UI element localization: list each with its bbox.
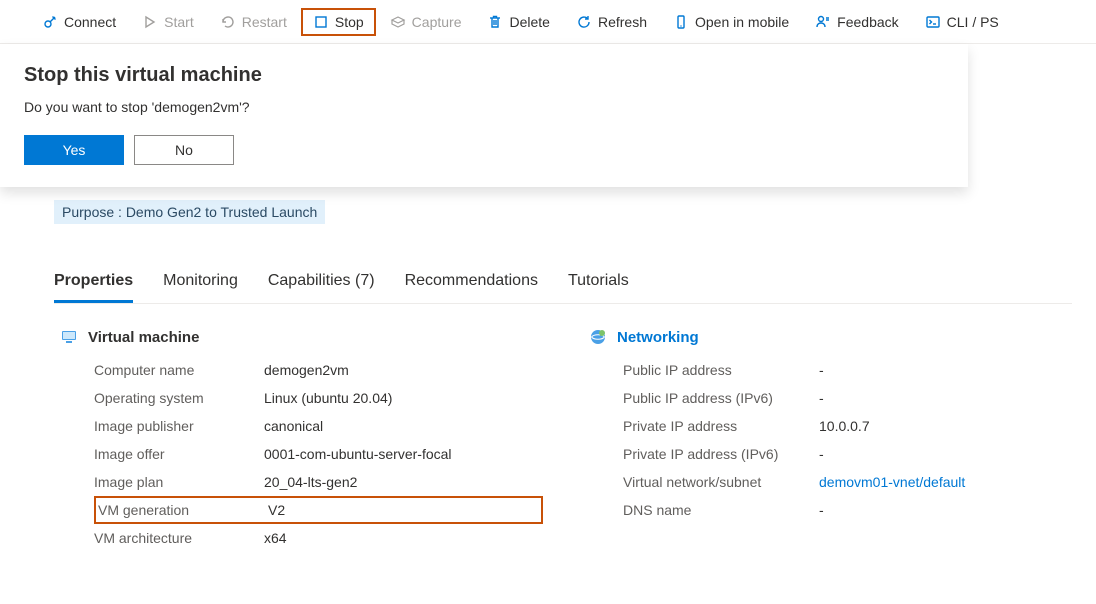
offer-value: 0001-com-ubuntu-server-focal	[264, 446, 452, 462]
row-publisher: Image publisher canonical	[94, 412, 543, 440]
arch-value: x64	[264, 530, 287, 546]
restart-label: Restart	[242, 14, 287, 30]
private-ip-value: 10.0.0.7	[819, 418, 870, 434]
start-label: Start	[164, 14, 194, 30]
refresh-label: Refresh	[598, 14, 647, 30]
arch-label: VM architecture	[94, 530, 264, 546]
row-offer: Image offer 0001-com-ubuntu-server-focal	[94, 440, 543, 468]
refresh-icon	[576, 14, 592, 30]
tab-properties[interactable]: Properties	[54, 264, 133, 303]
computer-name-value: demogen2vm	[264, 362, 349, 378]
row-plan: Image plan 20_04-lts-gen2	[94, 468, 543, 496]
feedback-icon	[815, 14, 831, 30]
dialog-title: Stop this virtual machine	[24, 64, 944, 87]
public-ip6-label: Public IP address (IPv6)	[623, 390, 819, 406]
vnet-label: Virtual network/subnet	[623, 474, 819, 490]
delete-icon	[487, 14, 503, 30]
restart-button: Restart	[208, 8, 299, 36]
computer-name-label: Computer name	[94, 362, 264, 378]
publisher-value: canonical	[264, 418, 323, 434]
os-value: Linux (ubuntu 20.04)	[264, 390, 392, 406]
offer-label: Image offer	[94, 446, 264, 462]
mobile-icon	[673, 14, 689, 30]
dialog-buttons: Yes No	[24, 135, 944, 165]
vnet-value[interactable]: demovm01-vnet/default	[819, 474, 965, 490]
public-ip-label: Public IP address	[623, 362, 819, 378]
vm-icon	[60, 328, 78, 346]
feedback-label: Feedback	[837, 14, 898, 30]
connect-label: Connect	[64, 14, 116, 30]
vm-heading: Virtual machine	[60, 328, 543, 346]
dns-label: DNS name	[623, 502, 819, 518]
dialog-message: Do you want to stop 'demogen2vm'?	[24, 99, 944, 115]
stop-icon	[313, 14, 329, 30]
no-button[interactable]: No	[134, 135, 234, 165]
vm-generation-value: V2	[268, 502, 285, 518]
cli-icon	[925, 14, 941, 30]
row-vm-generation: VM generation V2	[94, 496, 543, 524]
networking-column: Networking Public IP address - Public IP…	[583, 328, 1072, 552]
stop-label: Stop	[335, 14, 364, 30]
tag-chip[interactable]: Purpose : Demo Gen2 to Trusted Launch	[54, 200, 325, 224]
private-ip-label: Private IP address	[623, 418, 819, 434]
tab-strip: Properties Monitoring Capabilities (7) R…	[54, 264, 1072, 304]
restart-icon	[220, 14, 236, 30]
public-ip-value: -	[819, 362, 824, 378]
dns-value: -	[819, 502, 824, 518]
row-dns: DNS name -	[623, 496, 1072, 524]
properties-panel: Virtual machine Computer name demogen2vm…	[54, 328, 1072, 552]
plan-label: Image plan	[94, 474, 264, 490]
cli-label: CLI / PS	[947, 14, 999, 30]
stop-button[interactable]: Stop	[301, 8, 376, 36]
row-private-ip6: Private IP address (IPv6) -	[623, 440, 1072, 468]
delete-label: Delete	[509, 14, 549, 30]
connect-icon	[42, 14, 58, 30]
row-private-ip: Private IP address 10.0.0.7	[623, 412, 1072, 440]
private-ip6-value: -	[819, 446, 824, 462]
tab-capabilities[interactable]: Capabilities (7)	[268, 264, 375, 303]
tab-tutorials[interactable]: Tutorials	[568, 264, 629, 303]
row-computer-name: Computer name demogen2vm	[94, 356, 543, 384]
networking-heading[interactable]: Networking	[589, 328, 1072, 346]
private-ip6-label: Private IP address (IPv6)	[623, 446, 819, 462]
vm-column: Virtual machine Computer name demogen2vm…	[54, 328, 543, 552]
tab-monitoring[interactable]: Monitoring	[163, 264, 238, 303]
row-public-ip: Public IP address -	[623, 356, 1072, 384]
capture-button: Capture	[378, 8, 474, 36]
open-mobile-label: Open in mobile	[695, 14, 789, 30]
feedback-button[interactable]: Feedback	[803, 8, 910, 36]
cli-button[interactable]: CLI / PS	[913, 8, 1011, 36]
start-button: Start	[130, 8, 206, 36]
command-bar: Connect Start Restart Stop Capture Delet…	[0, 0, 1096, 44]
plan-value: 20_04-lts-gen2	[264, 474, 357, 490]
os-label: Operating system	[94, 390, 264, 406]
publisher-label: Image publisher	[94, 418, 264, 434]
row-os: Operating system Linux (ubuntu 20.04)	[94, 384, 543, 412]
delete-button[interactable]: Delete	[475, 8, 561, 36]
capture-label: Capture	[412, 14, 462, 30]
row-arch: VM architecture x64	[94, 524, 543, 552]
start-icon	[142, 14, 158, 30]
globe-icon	[589, 328, 607, 346]
public-ip6-value: -	[819, 390, 824, 406]
yes-button[interactable]: Yes	[24, 135, 124, 165]
capture-icon	[390, 14, 406, 30]
open-mobile-button[interactable]: Open in mobile	[661, 8, 801, 36]
connect-button[interactable]: Connect	[30, 8, 128, 36]
tab-recommendations[interactable]: Recommendations	[405, 264, 538, 303]
refresh-button[interactable]: Refresh	[564, 8, 659, 36]
networking-heading-text: Networking	[617, 329, 699, 346]
row-public-ip6: Public IP address (IPv6) -	[623, 384, 1072, 412]
stop-confirm-dialog: Stop this virtual machine Do you want to…	[0, 44, 968, 187]
vm-heading-text: Virtual machine	[88, 329, 199, 346]
row-vnet: Virtual network/subnet demovm01-vnet/def…	[623, 468, 1072, 496]
vm-generation-label: VM generation	[98, 502, 268, 518]
